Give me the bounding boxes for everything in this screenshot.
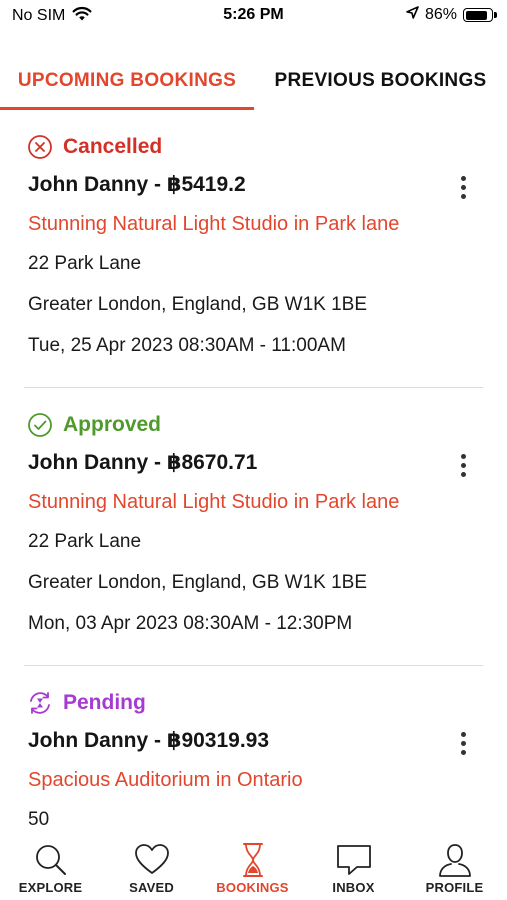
booking-tabs: UPCOMING BOOKINGS PREVIOUS BOOKINGS <box>0 58 507 110</box>
search-icon <box>35 845 66 875</box>
battery-fill <box>465 10 487 20</box>
booking-title: John Danny - ฿8670.71 <box>28 451 258 474</box>
booking-datetime: Tue, 25 Apr 2023 08:30AM - 11:00AM <box>28 335 346 356</box>
bookings-list[interactable]: Cancelled John Danny - ฿5419.2 Stunning … <box>0 110 507 840</box>
booking-datetime: Mon, 03 Apr 2023 08:30AM - 12:30PM <box>28 613 353 634</box>
nav-saved[interactable]: SAVED <box>101 840 202 900</box>
nav-explore[interactable]: EXPLORE <box>0 840 101 900</box>
status-label: Cancelled <box>63 135 163 158</box>
status-bar: No SIM 5:26 PM 86% <box>0 0 507 32</box>
nav-label: BOOKINGS <box>216 880 289 895</box>
status-right: 86% <box>406 6 497 24</box>
status-label: Pending <box>63 691 146 714</box>
listing-name[interactable]: Stunning Natural Light Studio in Park la… <box>28 491 399 514</box>
nav-profile[interactable]: PROFILE <box>404 840 505 900</box>
tab-upcoming-bookings[interactable]: UPCOMING BOOKINGS <box>0 58 254 110</box>
hourglass-icon <box>242 843 263 877</box>
booking-title: John Danny - ฿90319.93 <box>28 729 270 752</box>
address-line-2: Greater London, England, GB W1K 1BE <box>28 572 368 593</box>
status-label: Approved <box>63 413 162 436</box>
address-line-1: 50 <box>28 809 50 830</box>
address-line-1: 22 Park Lane <box>28 253 142 274</box>
nav-label: EXPLORE <box>18 880 83 895</box>
battery-percent: 86% <box>424 6 457 23</box>
listing-name[interactable]: Spacious Auditorium in Ontario <box>28 769 303 792</box>
tab-previous-bookings[interactable]: PREVIOUS BOOKINGS <box>254 58 507 110</box>
booking-card[interactable]: Pending John Danny - ฿90319.93 Spacious … <box>0 666 507 840</box>
check-circle-icon <box>28 413 52 437</box>
booking-title: John Danny - ฿5419.2 <box>28 173 246 196</box>
booking-card[interactable]: Approved John Danny - ฿8670.71 Stunning … <box>0 388 507 666</box>
more-options-icon[interactable] <box>451 172 475 202</box>
status-badge: Pending <box>27 690 146 716</box>
nav-label: INBOX <box>332 880 375 895</box>
status-badge: Approved <box>27 412 161 438</box>
listing-name[interactable]: Stunning Natural Light Studio in Park la… <box>28 213 399 236</box>
battery-cap <box>494 12 497 18</box>
more-options-icon[interactable] <box>451 450 475 480</box>
nav-bookings[interactable]: BOOKINGS <box>202 840 303 900</box>
nav-inbox[interactable]: INBOX <box>303 840 404 900</box>
booking-card[interactable]: Cancelled John Danny - ฿5419.2 Stunning … <box>0 110 507 388</box>
address-line-2: Greater London, England, GB W1K 1BE <box>28 294 368 315</box>
nav-label: SAVED <box>129 880 174 895</box>
hourglass-circle-icon <box>30 692 50 714</box>
x-circle-icon <box>28 135 52 159</box>
battery-icon <box>463 8 497 22</box>
heart-icon <box>134 844 169 874</box>
chat-bubble-icon <box>336 845 371 875</box>
bottom-tab-bar: EXPLORE SAVED BOOKINGS INBOX PROFILE <box>0 840 507 900</box>
more-options-icon[interactable] <box>451 728 475 758</box>
person-icon <box>438 844 471 877</box>
nav-label: PROFILE <box>425 880 484 895</box>
location-arrow-icon <box>406 6 419 24</box>
address-line-1: 22 Park Lane <box>28 531 142 552</box>
status-badge: Cancelled <box>27 134 162 160</box>
